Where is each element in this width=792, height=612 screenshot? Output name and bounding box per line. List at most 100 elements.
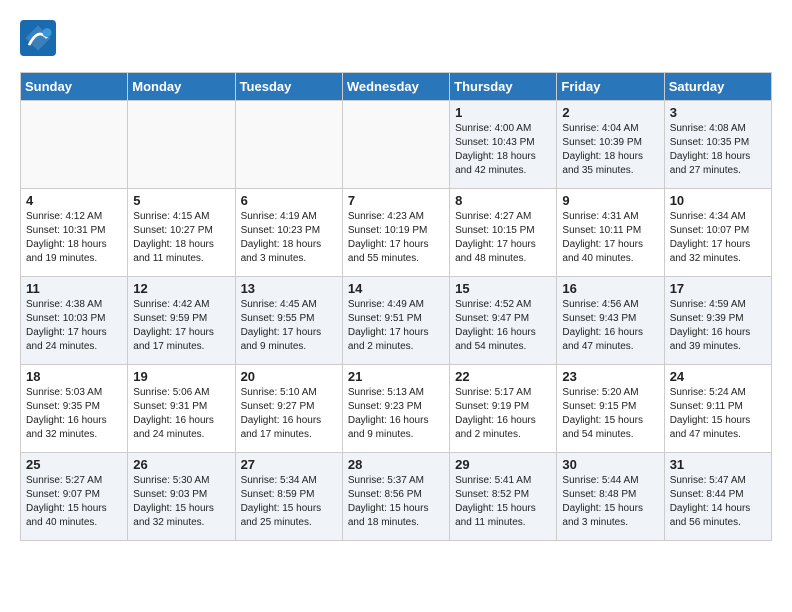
day-number: 19	[133, 369, 229, 384]
calendar-cell: 4Sunrise: 4:12 AM Sunset: 10:31 PM Dayli…	[21, 189, 128, 277]
calendar-cell: 8 Sunrise: 4:27 AM Sunset: 10:15 PM Dayli…	[450, 189, 557, 277]
day-number: 6	[241, 193, 337, 208]
calendar-cell: 13 Sunrise: 4:45 AM Sunset: 9:55 PM Dayli…	[235, 277, 342, 365]
calendar-cell: 5 Sunrise: 4:15 AM Sunset: 10:27 PM Dayli…	[128, 189, 235, 277]
day-info: Sunrise: 4:12 AM Sunset: 10:31 PM Daylig…	[26, 210, 122, 266]
day-info: Sunrise: 5:20 AM Sunset: 9:15 PM Dayligh…	[562, 386, 658, 442]
day-number: 22	[455, 369, 551, 384]
day-number: 7	[348, 193, 444, 208]
day-info: Sunrise: 5:37 AM Sunset: 8:56 PM Dayligh…	[348, 474, 444, 530]
day-info: Sunrise: 5:30 AM Sunset: 9:03 PM Dayligh…	[133, 474, 229, 530]
calendar-cell: 10 Sunrise: 4:34 AM Sunset: 10:07 PM Dayl…	[664, 189, 771, 277]
day-info: Sunrise: 5:13 AM Sunset: 9:23 PM Dayligh…	[348, 386, 444, 442]
day-number: 15	[455, 281, 551, 296]
calendar-cell: 1 Sunrise: 4:00 AM Sunset: 10:43 PM Dayli…	[450, 101, 557, 189]
day-number: 20	[241, 369, 337, 384]
calendar-cell: 11Sunrise: 4:38 AM Sunset: 10:03 PM Dayl…	[21, 277, 128, 365]
day-number: 12	[133, 281, 229, 296]
calendar-cell: 22 Sunrise: 5:17 AM Sunset: 9:19 PM Dayli…	[450, 365, 557, 453]
day-info: Sunrise: 4:27 AM Sunset: 10:15 PM Daylig…	[455, 210, 551, 266]
weekday-header-monday: Monday	[128, 73, 235, 101]
calendar-cell: 31 Sunrise: 5:47 AM Sunset: 8:44 PM Dayli…	[664, 453, 771, 541]
day-info: Sunrise: 4:45 AM Sunset: 9:55 PM Dayligh…	[241, 298, 337, 354]
calendar-cell	[235, 101, 342, 189]
day-number: 28	[348, 457, 444, 472]
calendar-cell: 27Sunrise: 5:34 AM Sunset: 8:59 PM Dayli…	[235, 453, 342, 541]
day-info: Sunrise: 4:23 AM Sunset: 10:19 PM Daylig…	[348, 210, 444, 266]
calendar-cell: 26 Sunrise: 5:30 AM Sunset: 9:03 PM Dayli…	[128, 453, 235, 541]
day-info: Sunrise: 5:27 AM Sunset: 9:07 PM Dayligh…	[26, 474, 122, 530]
day-info: Sunrise: 4:15 AM Sunset: 10:27 PM Daylig…	[133, 210, 229, 266]
day-info: Sunrise: 4:59 AM Sunset: 9:39 PM Dayligh…	[670, 298, 766, 354]
weekday-header-tuesday: Tuesday	[235, 73, 342, 101]
day-info: Sunrise: 5:03 AM Sunset: 9:35 PM Dayligh…	[26, 386, 122, 442]
day-number: 17	[670, 281, 766, 296]
day-number: 5	[133, 193, 229, 208]
calendar-cell: 19 Sunrise: 5:06 AM Sunset: 9:31 PM Dayli…	[128, 365, 235, 453]
calendar-cell: 29 Sunrise: 5:41 AM Sunset: 8:52 PM Dayli…	[450, 453, 557, 541]
calendar-cell: 2Sunrise: 4:04 AM Sunset: 10:39 PM Dayli…	[557, 101, 664, 189]
day-number: 11	[26, 281, 122, 296]
calendar-cell: 18 Sunrise: 5:03 AM Sunset: 9:35 PM Dayli…	[21, 365, 128, 453]
day-info: Sunrise: 5:10 AM Sunset: 9:27 PM Dayligh…	[241, 386, 337, 442]
calendar-cell: 14 Sunrise: 4:49 AM Sunset: 9:51 PM Dayli…	[342, 277, 449, 365]
day-info: Sunrise: 4:42 AM Sunset: 9:59 PM Dayligh…	[133, 298, 229, 354]
day-number: 18	[26, 369, 122, 384]
day-info: Sunrise: 5:44 AM Sunset: 8:48 PM Dayligh…	[562, 474, 658, 530]
calendar-cell: 7 Sunrise: 4:23 AM Sunset: 10:19 PM Dayli…	[342, 189, 449, 277]
day-number: 24	[670, 369, 766, 384]
day-number: 1	[455, 105, 551, 120]
logo-icon	[20, 20, 56, 56]
calendar-cell: 30Sunrise: 5:44 AM Sunset: 8:48 PM Dayli…	[557, 453, 664, 541]
calendar-cell	[21, 101, 128, 189]
calendar-cell: 12 Sunrise: 4:42 AM Sunset: 9:59 PM Dayli…	[128, 277, 235, 365]
calendar-cell: 15 Sunrise: 4:52 AM Sunset: 9:47 PM Dayli…	[450, 277, 557, 365]
calendar-cell: 16 Sunrise: 4:56 AM Sunset: 9:43 PM Dayli…	[557, 277, 664, 365]
day-number: 3	[670, 105, 766, 120]
weekday-header-thursday: Thursday	[450, 73, 557, 101]
calendar-table: SundayMondayTuesdayWednesdayThursdayFrid…	[20, 72, 772, 541]
day-number: 26	[133, 457, 229, 472]
calendar-cell: 25 Sunrise: 5:27 AM Sunset: 9:07 PM Dayli…	[21, 453, 128, 541]
day-info: Sunrise: 5:41 AM Sunset: 8:52 PM Dayligh…	[455, 474, 551, 530]
day-number: 25	[26, 457, 122, 472]
calendar-cell: 20 Sunrise: 5:10 AM Sunset: 9:27 PM Dayli…	[235, 365, 342, 453]
logo	[20, 20, 62, 56]
day-info: Sunrise: 5:24 AM Sunset: 9:11 PM Dayligh…	[670, 386, 766, 442]
day-number: 9	[562, 193, 658, 208]
day-number: 10	[670, 193, 766, 208]
day-number: 8	[455, 193, 551, 208]
calendar-cell: 17 Sunrise: 4:59 AM Sunset: 9:39 PM Dayli…	[664, 277, 771, 365]
day-info: Sunrise: 4:34 AM Sunset: 10:07 PM Daylig…	[670, 210, 766, 266]
day-number: 14	[348, 281, 444, 296]
weekday-header-saturday: Saturday	[664, 73, 771, 101]
weekday-header-friday: Friday	[557, 73, 664, 101]
calendar-cell: 28 Sunrise: 5:37 AM Sunset: 8:56 PM Dayli…	[342, 453, 449, 541]
day-number: 21	[348, 369, 444, 384]
day-info: Sunrise: 4:52 AM Sunset: 9:47 PM Dayligh…	[455, 298, 551, 354]
weekday-header-sunday: Sunday	[21, 73, 128, 101]
day-info: Sunrise: 4:00 AM Sunset: 10:43 PM Daylig…	[455, 122, 551, 178]
day-number: 16	[562, 281, 658, 296]
day-info: Sunrise: 5:17 AM Sunset: 9:19 PM Dayligh…	[455, 386, 551, 442]
day-number: 31	[670, 457, 766, 472]
day-info: Sunrise: 5:47 AM Sunset: 8:44 PM Dayligh…	[670, 474, 766, 530]
day-number: 29	[455, 457, 551, 472]
calendar-cell	[342, 101, 449, 189]
calendar-cell: 6 Sunrise: 4:19 AM Sunset: 10:23 PM Dayli…	[235, 189, 342, 277]
calendar-cell: 23 Sunrise: 5:20 AM Sunset: 9:15 PM Dayli…	[557, 365, 664, 453]
day-info: Sunrise: 4:49 AM Sunset: 9:51 PM Dayligh…	[348, 298, 444, 354]
calendar-cell	[128, 101, 235, 189]
calendar-cell: 21 Sunrise: 5:13 AM Sunset: 9:23 PM Dayli…	[342, 365, 449, 453]
day-info: Sunrise: 5:06 AM Sunset: 9:31 PM Dayligh…	[133, 386, 229, 442]
day-info: Sunrise: 4:31 AM Sunset: 10:11 PM Daylig…	[562, 210, 658, 266]
day-info: Sunrise: 4:56 AM Sunset: 9:43 PM Dayligh…	[562, 298, 658, 354]
day-number: 23	[562, 369, 658, 384]
calendar-cell: 9 Sunrise: 4:31 AM Sunset: 10:11 PM Dayli…	[557, 189, 664, 277]
day-info: Sunrise: 4:19 AM Sunset: 10:23 PM Daylig…	[241, 210, 337, 266]
weekday-header-wednesday: Wednesday	[342, 73, 449, 101]
day-number: 13	[241, 281, 337, 296]
day-number: 2	[562, 105, 658, 120]
day-number: 27	[241, 457, 337, 472]
calendar-cell: 3Sunrise: 4:08 AM Sunset: 10:35 PM Dayli…	[664, 101, 771, 189]
